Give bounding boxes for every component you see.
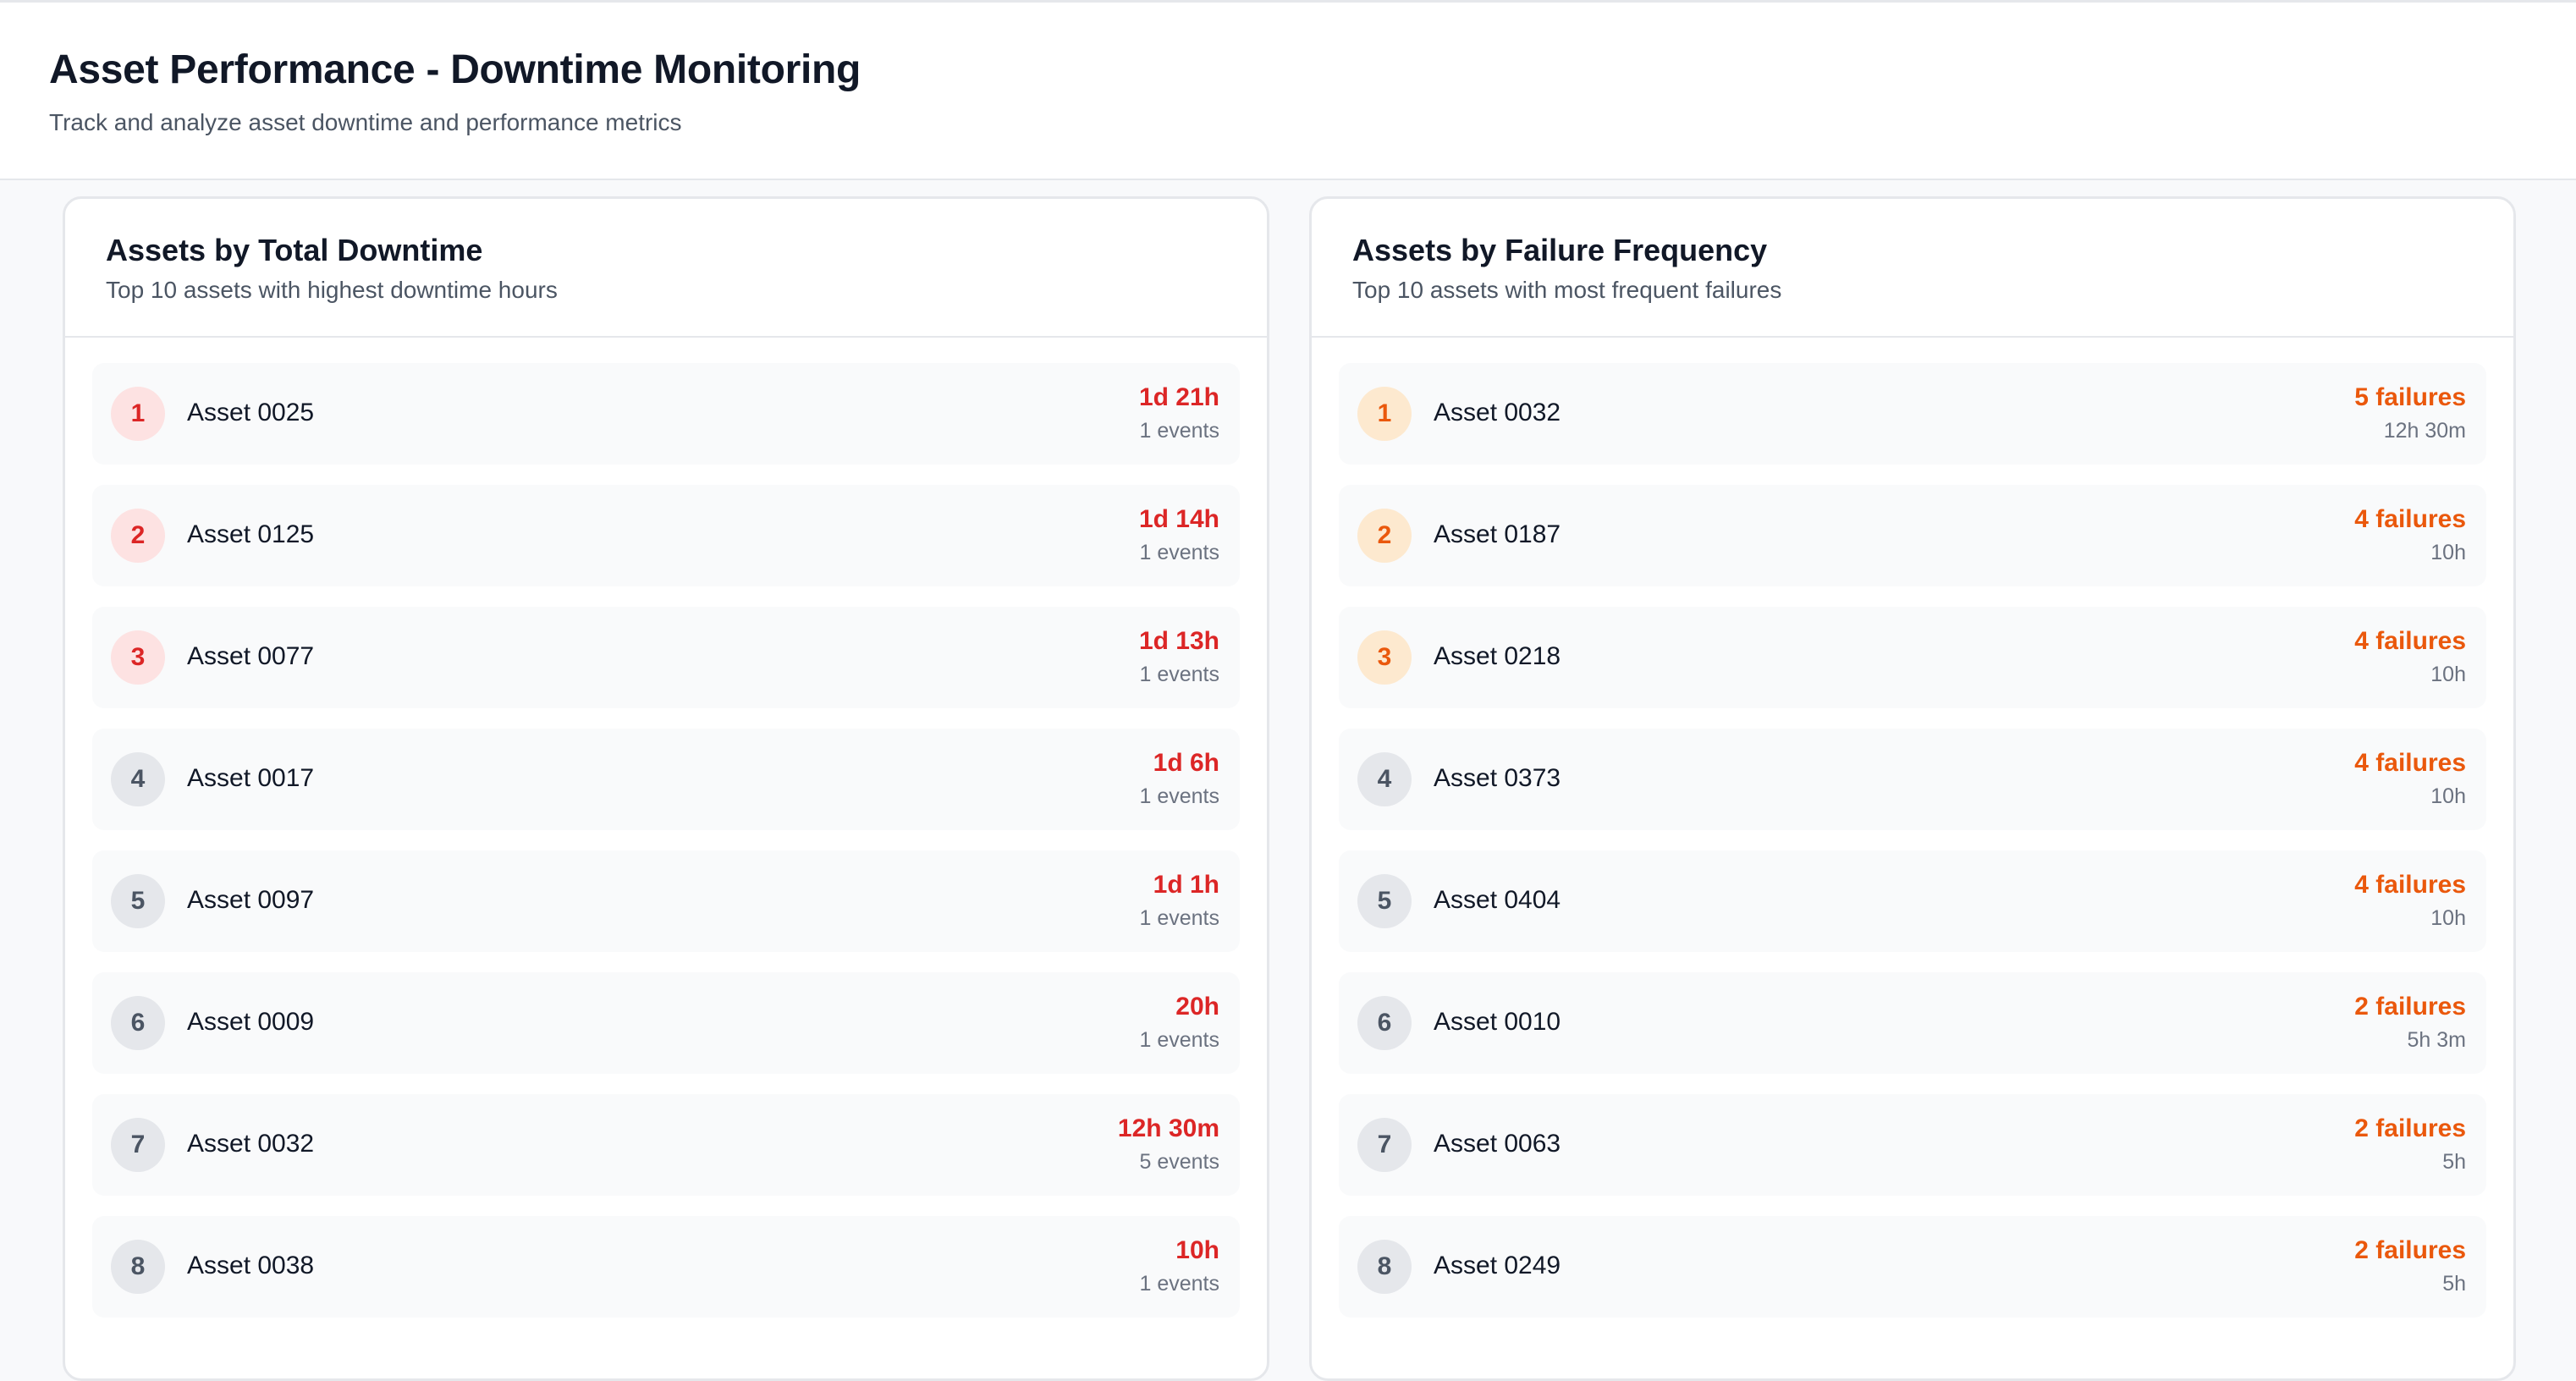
frequency-card: Assets by Failure Frequency Top 10 asset… [1309, 196, 2516, 1381]
failure-count: 4 failures [2354, 749, 2466, 777]
downtime-value: 12h 30m [1117, 1114, 1219, 1142]
downtime-row-asset-0025[interactable]: 1 Asset 0025 1d 21h 1 events [92, 363, 1240, 465]
event-count: 1 events [1139, 784, 1219, 808]
downtime-row-asset-0077[interactable]: 3 Asset 0077 1d 13h 1 events [92, 607, 1240, 708]
asset-name: Asset 0032 [187, 1130, 315, 1158]
frequency-list: 1 Asset 0032 5 failures 12h 30m 2 Asset … [1339, 363, 2486, 1338]
rank-badge: 8 [111, 1240, 165, 1294]
asset-name: Asset 0032 [1434, 399, 1561, 426]
rank-badge: 4 [1357, 752, 1412, 806]
downtime-total: 10h [2430, 541, 2466, 564]
frequency-row-asset-0373[interactable]: 4 Asset 0373 4 failures 10h [1339, 729, 2486, 830]
asset-name: Asset 0038 [187, 1252, 315, 1279]
frequency-row-asset-0010[interactable]: 6 Asset 0010 2 failures 5h 3m [1339, 972, 2486, 1074]
downtime-card-subtitle: Top 10 assets with highest downtime hour… [106, 277, 558, 303]
rank-badge: 5 [111, 874, 165, 928]
event-count: 1 events [1139, 906, 1219, 930]
downtime-total: 5h [2442, 1272, 2466, 1296]
asset-name: Asset 0218 [1434, 642, 1561, 670]
frequency-card-header: Assets by Failure Frequency Top 10 asset… [1312, 199, 2513, 338]
frequency-row-asset-0404[interactable]: 5 Asset 0404 4 failures 10h [1339, 850, 2486, 952]
event-count: 1 events [1139, 541, 1219, 564]
rank-badge: 3 [111, 630, 165, 685]
page-subtitle: Track and analyze asset downtime and per… [49, 109, 682, 135]
downtime-list: 1 Asset 0025 1d 21h 1 events 2 Asset 012… [92, 363, 1240, 1338]
failure-count: 4 failures [2354, 627, 2466, 655]
failure-count: 2 failures [2354, 1236, 2466, 1264]
rank-badge: 4 [111, 752, 165, 806]
downtime-value: 1d 13h [1138, 627, 1219, 655]
asset-name: Asset 0010 [1434, 1008, 1561, 1036]
rank-badge: 2 [1357, 509, 1412, 563]
asset-name: Asset 0125 [187, 520, 315, 548]
frequency-card-subtitle: Top 10 assets with most frequent failure… [1352, 277, 1782, 303]
downtime-total: 5h 3m [2407, 1028, 2466, 1052]
event-count: 1 events [1139, 663, 1219, 686]
rank-badge: 5 [1357, 874, 1412, 928]
asset-name: Asset 0063 [1434, 1130, 1561, 1158]
page-header: Asset Performance - Downtime Monitoring … [0, 3, 2576, 180]
rank-badge: 1 [1357, 387, 1412, 441]
frequency-row-asset-0249[interactable]: 8 Asset 0249 2 failures 5h [1339, 1216, 2486, 1318]
downtime-row-asset-0097[interactable]: 5 Asset 0097 1d 1h 1 events [92, 850, 1240, 952]
event-count: 1 events [1139, 419, 1219, 443]
event-count: 5 events [1139, 1150, 1219, 1174]
downtime-row-asset-0009[interactable]: 6 Asset 0009 20h 1 events [92, 972, 1240, 1074]
frequency-row-asset-0032[interactable]: 1 Asset 0032 5 failures 12h 30m [1339, 363, 2486, 465]
downtime-total: 10h [2430, 906, 2466, 930]
downtime-value: 1d 14h [1138, 505, 1219, 533]
rank-badge: 3 [1357, 630, 1412, 685]
frequency-row-asset-0218[interactable]: 3 Asset 0218 4 failures 10h [1339, 607, 2486, 708]
rank-badge: 2 [111, 509, 165, 563]
failure-count: 4 failures [2354, 871, 2466, 899]
downtime-value: 1d 6h [1153, 749, 1219, 777]
frequency-row-asset-0187[interactable]: 2 Asset 0187 4 failures 10h [1339, 485, 2486, 586]
asset-name: Asset 0025 [187, 399, 315, 426]
rank-badge: 1 [111, 387, 165, 441]
downtime-total: 10h [2430, 663, 2466, 686]
asset-name: Asset 0009 [187, 1008, 315, 1036]
frequency-card-title: Assets by Failure Frequency [1352, 233, 1768, 267]
downtime-card-header: Assets by Total Downtime Top 10 assets w… [65, 199, 1267, 338]
asset-name: Asset 0097 [187, 886, 315, 914]
rank-badge: 6 [1357, 996, 1412, 1050]
frequency-row-asset-0063[interactable]: 7 Asset 0063 2 failures 5h [1339, 1094, 2486, 1196]
asset-name: Asset 0373 [1434, 764, 1561, 792]
downtime-row-asset-0032[interactable]: 7 Asset 0032 12h 30m 5 events [92, 1094, 1240, 1196]
failure-count: 5 failures [2354, 383, 2466, 411]
asset-name: Asset 0017 [187, 764, 315, 792]
event-count: 1 events [1139, 1272, 1219, 1296]
asset-name: Asset 0249 [1434, 1252, 1561, 1279]
downtime-value: 10h [1175, 1236, 1219, 1264]
asset-name: Asset 0077 [187, 642, 315, 670]
downtime-card-title: Assets by Total Downtime [106, 233, 483, 267]
downtime-row-asset-0125[interactable]: 2 Asset 0125 1d 14h 1 events [92, 485, 1240, 586]
asset-name: Asset 0187 [1434, 520, 1561, 548]
rank-badge: 7 [1357, 1118, 1412, 1172]
rank-badge: 7 [111, 1118, 165, 1172]
rank-badge: 6 [111, 996, 165, 1050]
downtime-row-asset-0017[interactable]: 4 Asset 0017 1d 6h 1 events [92, 729, 1240, 830]
downtime-total: 5h [2442, 1150, 2466, 1174]
downtime-total: 12h 30m [2383, 419, 2466, 443]
rank-badge: 8 [1357, 1240, 1412, 1294]
downtime-card: Assets by Total Downtime Top 10 assets w… [63, 196, 1269, 1381]
failure-count: 2 failures [2354, 1114, 2466, 1142]
page-title: Asset Performance - Downtime Monitoring [49, 47, 861, 92]
downtime-total: 10h [2430, 784, 2466, 808]
event-count: 1 events [1139, 1028, 1219, 1052]
downtime-value: 1d 1h [1153, 871, 1219, 899]
failure-count: 4 failures [2354, 505, 2466, 533]
downtime-value: 1d 21h [1138, 383, 1219, 411]
downtime-value: 20h [1175, 993, 1219, 1021]
downtime-row-asset-0038[interactable]: 8 Asset 0038 10h 1 events [92, 1216, 1240, 1318]
asset-name: Asset 0404 [1434, 886, 1561, 914]
failure-count: 2 failures [2354, 993, 2466, 1021]
